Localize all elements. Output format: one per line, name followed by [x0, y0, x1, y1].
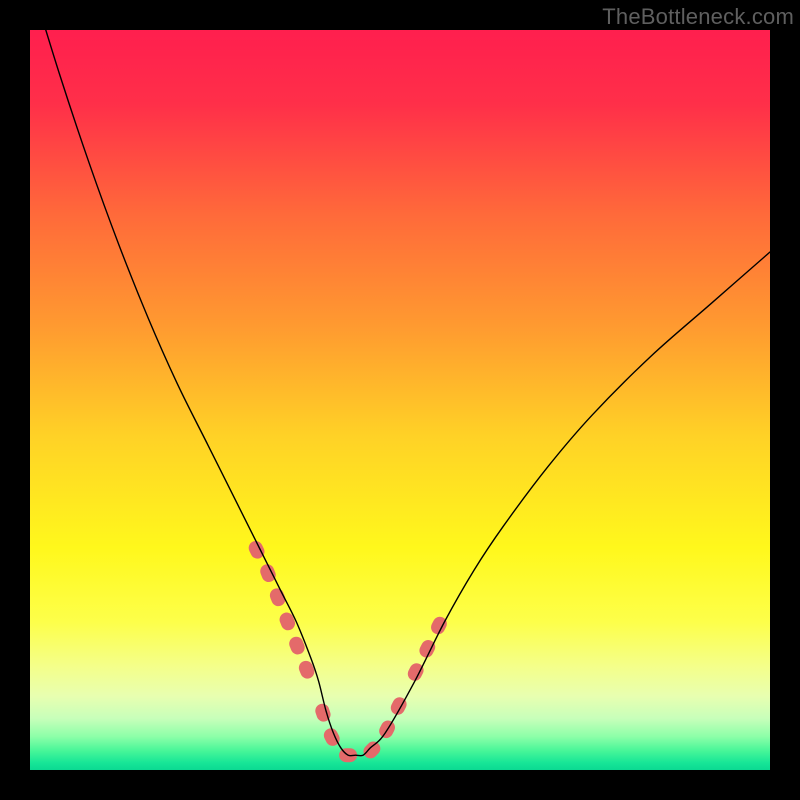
highlight-segments	[256, 548, 445, 755]
highlight-segment	[322, 696, 403, 755]
highlight-segment	[256, 548, 312, 681]
bottleneck-curve	[30, 30, 770, 756]
watermark-text: TheBottleneck.com	[602, 4, 794, 30]
plot-area	[30, 30, 770, 770]
chart-frame: TheBottleneck.com	[0, 0, 800, 800]
curve-overlay	[30, 30, 770, 770]
highlight-segment	[415, 615, 445, 674]
